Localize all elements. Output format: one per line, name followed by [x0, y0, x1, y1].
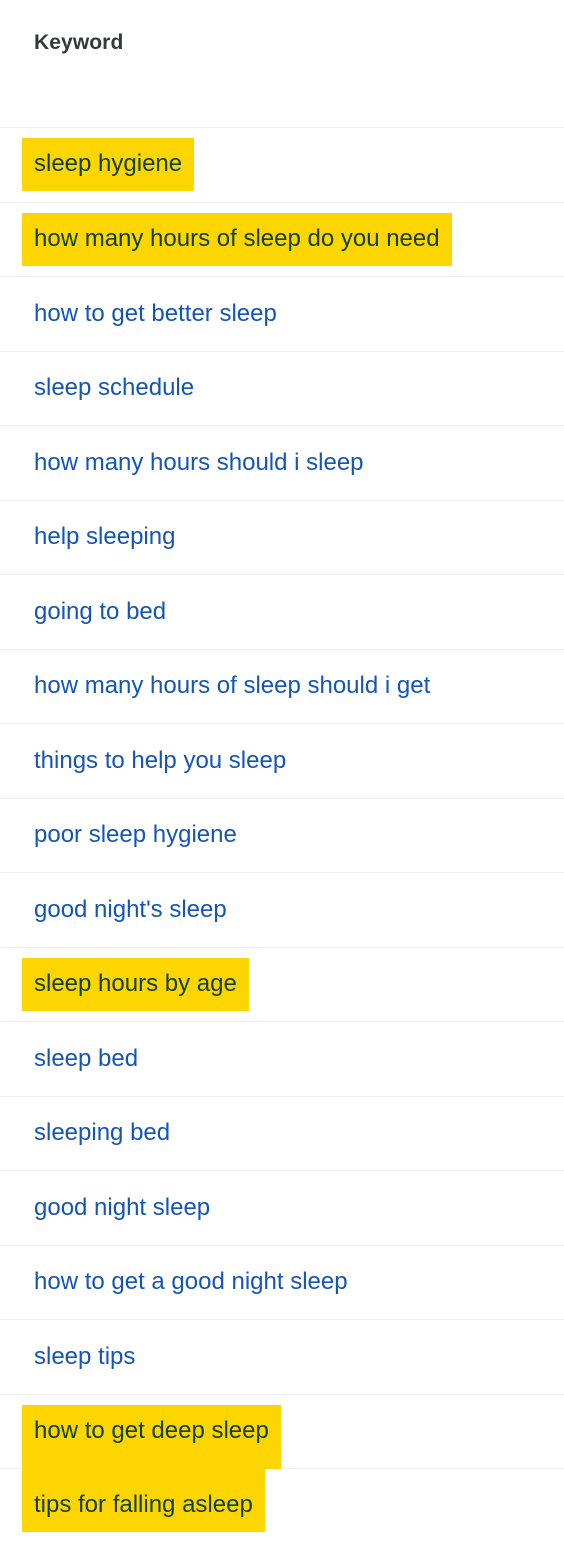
- keyword-link[interactable]: how to get better sleep: [34, 299, 277, 329]
- keyword-link[interactable]: sleep schedule: [34, 373, 194, 403]
- keyword-link[interactable]: good night's sleep: [34, 895, 227, 925]
- table-row[interactable]: good night's sleep: [0, 872, 564, 947]
- keyword-link[interactable]: how many hours should i sleep: [34, 448, 364, 478]
- table-row[interactable]: sleep tips: [0, 1319, 564, 1394]
- table-row[interactable]: tips for falling asleep: [0, 1467, 564, 1543]
- keyword-link[interactable]: tips for falling asleep: [22, 1467, 265, 1533]
- keyword-link[interactable]: things to help you sleep: [34, 746, 286, 776]
- keyword-link[interactable]: how many hours of sleep should i get: [34, 671, 430, 701]
- table-header-row: Keyword: [0, 0, 564, 127]
- keyword-link[interactable]: poor sleep hygiene: [34, 820, 237, 850]
- keyword-link[interactable]: sleep hours by age: [22, 957, 249, 1011]
- table-row[interactable]: going to bed: [0, 574, 564, 649]
- table-row[interactable]: poor sleep hygiene: [0, 797, 564, 873]
- table-row[interactable]: sleep schedule: [0, 350, 564, 426]
- keyword-link[interactable]: how to get deep sleep: [22, 1405, 281, 1470]
- table-row[interactable]: how many hours of sleep should i get: [0, 648, 564, 724]
- keyword-link[interactable]: sleep tips: [34, 1342, 135, 1372]
- keyword-link[interactable]: good night sleep: [34, 1193, 210, 1223]
- column-header-keyword: Keyword: [34, 31, 124, 54]
- keyword-link[interactable]: how many hours of sleep do you need: [22, 212, 452, 266]
- table-row[interactable]: help sleeping: [0, 499, 564, 575]
- table-row[interactable]: how to get better sleep: [0, 276, 564, 351]
- table-row[interactable]: how to get a good night sleep: [0, 1244, 564, 1320]
- table-row[interactable]: how many hours of sleep do you need: [0, 201, 564, 277]
- keyword-link[interactable]: going to bed: [34, 597, 166, 627]
- table-row[interactable]: sleep hygiene: [0, 127, 564, 202]
- table-row[interactable]: things to help you sleep: [0, 723, 564, 798]
- table-row[interactable]: sleep hours by age: [0, 946, 564, 1022]
- table-row[interactable]: how many hours should i sleep: [0, 425, 564, 500]
- table-row[interactable]: good night sleep: [0, 1170, 564, 1245]
- table-row[interactable]: sleeping bed: [0, 1095, 564, 1171]
- keyword-link[interactable]: how to get a good night sleep: [34, 1267, 348, 1297]
- keyword-link[interactable]: sleeping bed: [34, 1118, 170, 1148]
- table-row[interactable]: sleep bed: [0, 1021, 564, 1096]
- keyword-link[interactable]: help sleeping: [34, 522, 175, 552]
- keyword-row-list: sleep hygiene how many hours of sleep do …: [0, 127, 564, 1543]
- keyword-table: Keyword sleep hygiene how many hours of s…: [0, 0, 564, 1543]
- keyword-link[interactable]: sleep bed: [34, 1044, 138, 1074]
- table-row[interactable]: how to get deep sleep: [0, 1393, 564, 1470]
- keyword-link[interactable]: sleep hygiene: [22, 138, 195, 192]
